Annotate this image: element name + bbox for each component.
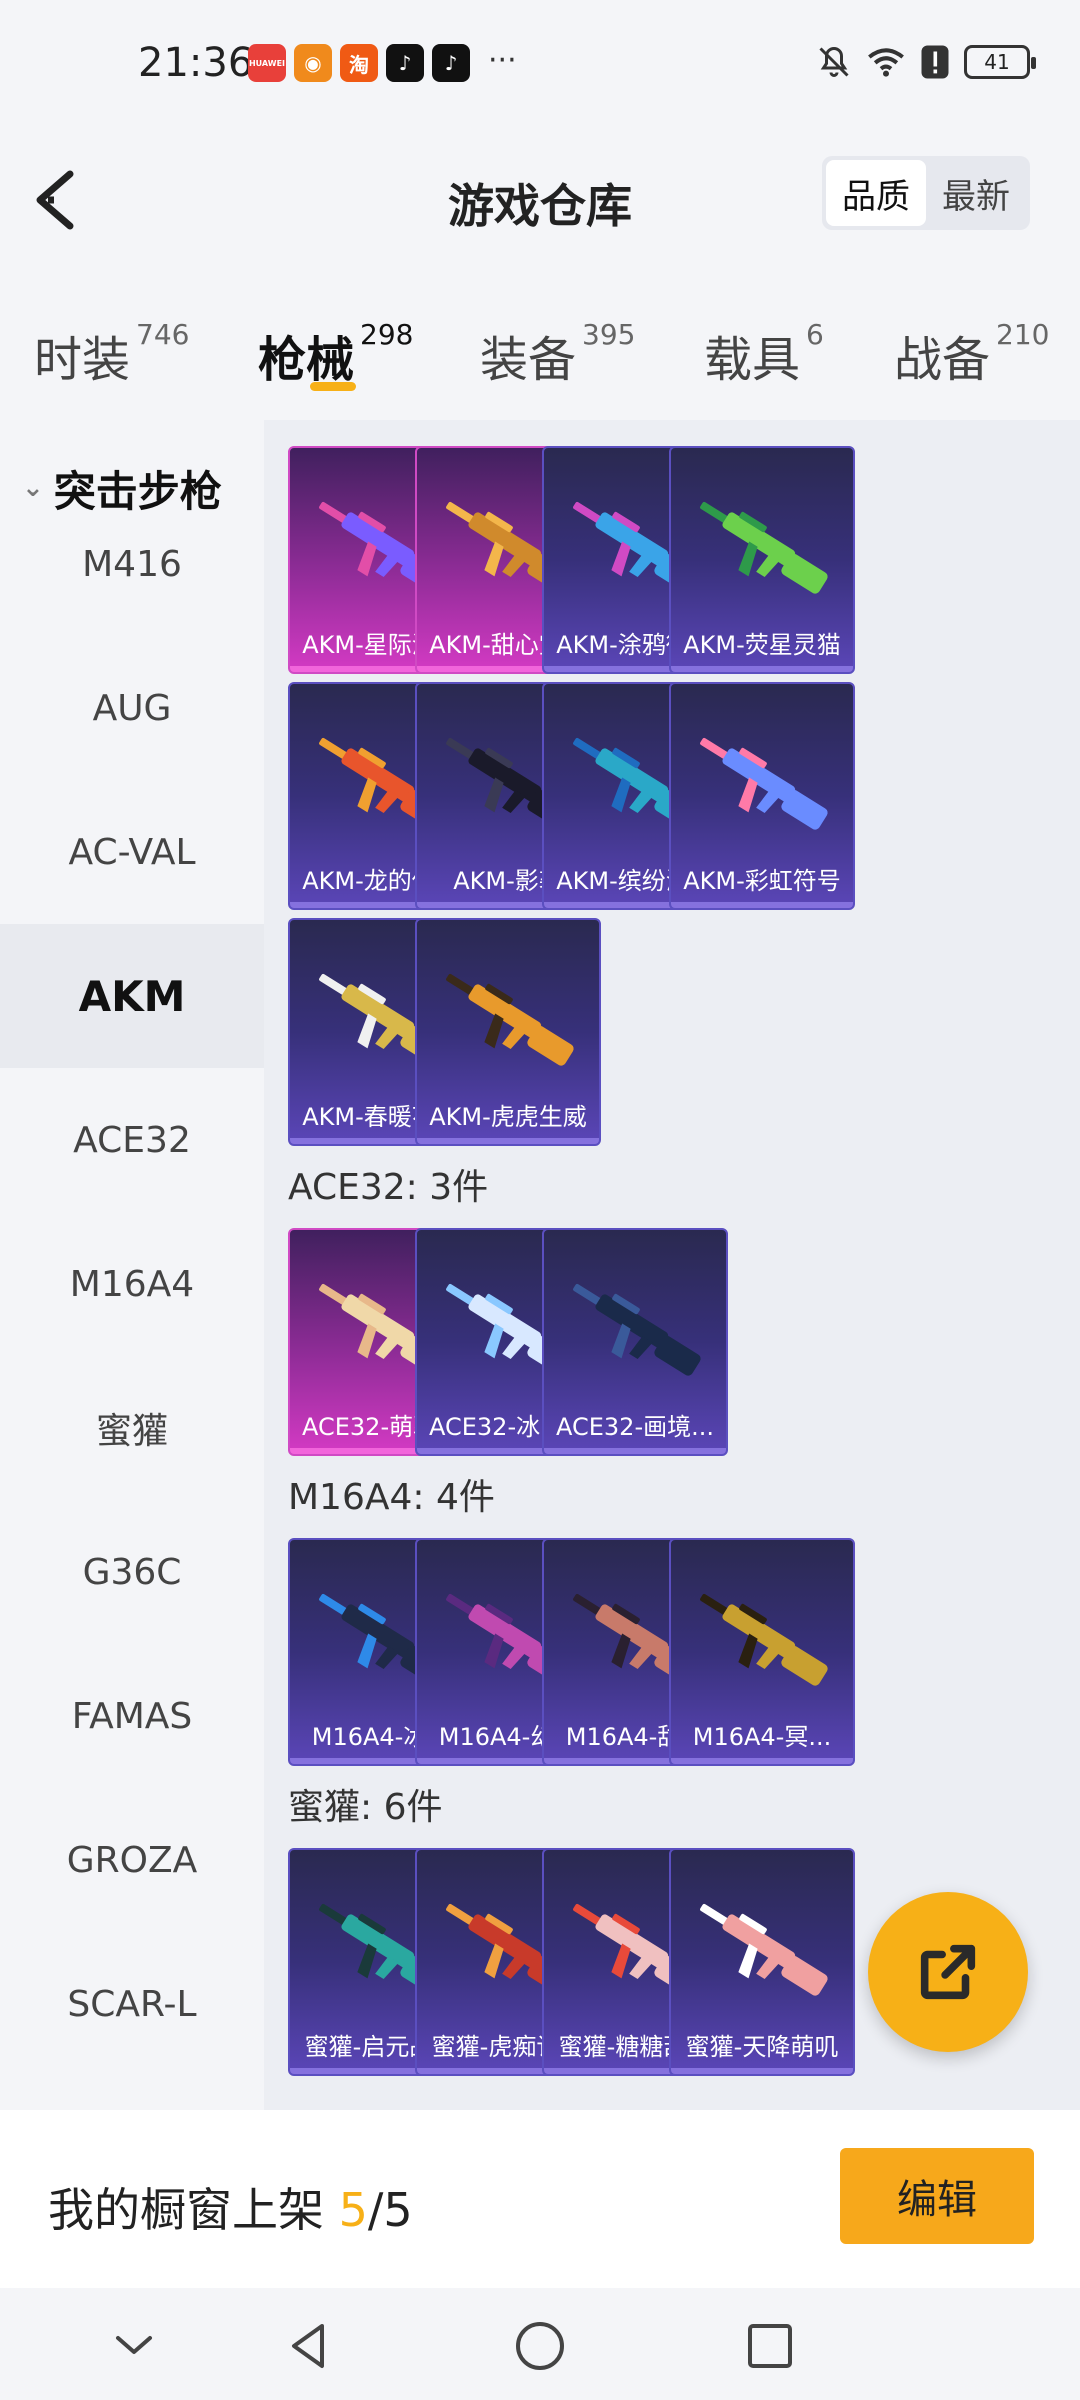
sort-newest-button[interactable]: 最新 [926,160,1026,226]
gun-skin-icon [446,973,574,1066]
share-fab-button[interactable] [868,1892,1028,2052]
more-notifications-icon: ··· [488,43,517,78]
sidebar-item[interactable]: G36C [0,1500,264,1644]
rarity-bar [671,902,853,908]
skin-name: 蜜獾-天降萌叽 [685,2033,839,2061]
skin-name: AKM-彩虹符号 [683,867,841,895]
wifi-icon [868,48,904,77]
sidebar-item[interactable]: ACE32 [0,1068,264,1212]
skin-card[interactable]: M16A4-冥... [669,1538,855,1766]
edit-button[interactable]: 编辑 [840,2148,1034,2244]
rarity-bar [671,666,853,672]
section-title: ACE32: 3件 [288,1167,489,1208]
active-tab-indicator [310,382,356,391]
status-time: 21:36 [138,40,254,86]
gun-skin-icon [700,501,828,594]
skin-card[interactable]: AKM-荧星灵猫 [669,446,855,674]
skin-card[interactable]: AKM-彩虹符号 [669,682,855,910]
skin-grid: 1级AKM-星际浪客7级AKM-甜心宝贝AKM-涂鸦街区AKM-荧星灵猫AKM-… [264,420,1080,2110]
showcase-label: 我的橱窗上架 5/5 [48,2174,413,2240]
skin-name: ACE32-画境... [555,1413,714,1441]
status-bar: 21:36 HUAWEI ◉ 淘 ♪ ♪ ··· 41 [0,0,1080,110]
sidebar-item[interactable]: AUG [0,636,264,780]
notification-icons: HUAWEI ◉ 淘 ♪ ♪ ··· [248,44,517,82]
tab-label: 战备 [894,332,991,388]
tab-guns[interactable]: 枪械 298 [258,318,414,390]
tab-vehicles[interactable]: 载具 6 [704,318,824,390]
tab-count: 298 [360,318,414,351]
system-status: 41 [816,44,1036,80]
huawei-app-icon: HUAWEI [248,44,286,82]
alert-icon [921,45,949,79]
mute-icon [819,46,849,77]
category-tabs: 时装 746 枪械 298 装备 395 载具 6 战备 210 [0,280,1080,420]
sort-quality-button[interactable]: 品质 [826,160,926,226]
tab-count: 6 [806,318,824,351]
sidebar-item[interactable]: M16A4 [0,1212,264,1356]
tiktok-icon-2: ♪ [432,44,470,82]
app-orange-icon: ◉ [294,44,332,82]
battery-icon: 41 [964,45,1036,79]
sidebar-item[interactable]: AKM [0,924,264,1068]
sort-toggle: 品质 最新 [822,156,1030,230]
rarity-bar [417,1138,599,1144]
rarity-bar [671,2068,853,2074]
skin-card[interactable]: AKM-虎虎生威 [415,918,601,1146]
tab-label: 枪械 [258,332,355,388]
tab-equipment[interactable]: 装备 395 [480,318,636,390]
gun-skin-icon [700,1593,828,1686]
sidebar-item[interactable]: SCAR-L [0,1932,264,2076]
tab-label: 载具 [704,332,801,388]
gun-skin-icon [573,1283,701,1376]
tiktok-icon: ♪ [386,44,424,82]
sidebar-item[interactable]: M416 [0,492,264,636]
section-title: M16A4: 4件 [288,1477,495,1518]
system-nav-bar [0,2288,1080,2400]
skin-card[interactable]: 蜜獾-天降萌叽 [669,1848,855,2076]
section-title: 蜜獾: 6件 [288,1787,443,1828]
nav-back-icon[interactable] [280,2316,340,2376]
tab-label: 时装 [34,332,131,388]
sidebar-item[interactable]: AC-VAL [0,780,264,924]
skin-name: M16A4-冥... [692,1723,832,1751]
taobao-icon: 淘 [340,44,378,82]
tab-count: 395 [582,318,636,351]
skin-name: AKM-虎虎生威 [429,1103,587,1131]
tab-fashion[interactable]: 时装 746 [34,318,190,390]
skin-name: AKM-荧星灵猫 [683,631,841,659]
nav-home-icon[interactable] [510,2316,570,2376]
sidebar-item[interactable]: 蜜獾 [0,1356,264,1500]
showcase-current-count: 5 [338,2183,368,2237]
tab-count: 210 [996,318,1050,351]
nav-collapse-icon[interactable] [104,2316,164,2376]
showcase-total-count: /5 [367,2183,413,2237]
header: 游戏仓库 品质 最新 [0,110,1080,280]
gun-skin-icon [700,737,828,830]
weapon-type-sidebar: ⌄ 突击步枪 M416 AUG AC-VAL AKM ACE32 M16A4 蜜獾 G36C F… [0,420,264,2110]
share-icon [920,1944,976,2000]
gun-skin-icon [700,1903,828,1996]
rarity-bar [671,1758,853,1764]
sidebar-item[interactable]: FAMAS [0,1644,264,1788]
tab-count: 746 [136,318,190,351]
tab-label: 装备 [480,332,577,388]
skin-card[interactable]: ACE32-画境... [542,1228,728,1456]
sidebar-item[interactable]: GROZA [0,1788,264,1932]
showcase-text: 我的橱窗上架 [48,2183,324,2237]
nav-recents-icon[interactable] [740,2316,800,2376]
tab-supplies[interactable]: 战备 210 [894,318,1050,390]
showcase-bar: 我的橱窗上架 5/5 编辑 [0,2110,1080,2288]
rarity-bar [544,1448,726,1454]
